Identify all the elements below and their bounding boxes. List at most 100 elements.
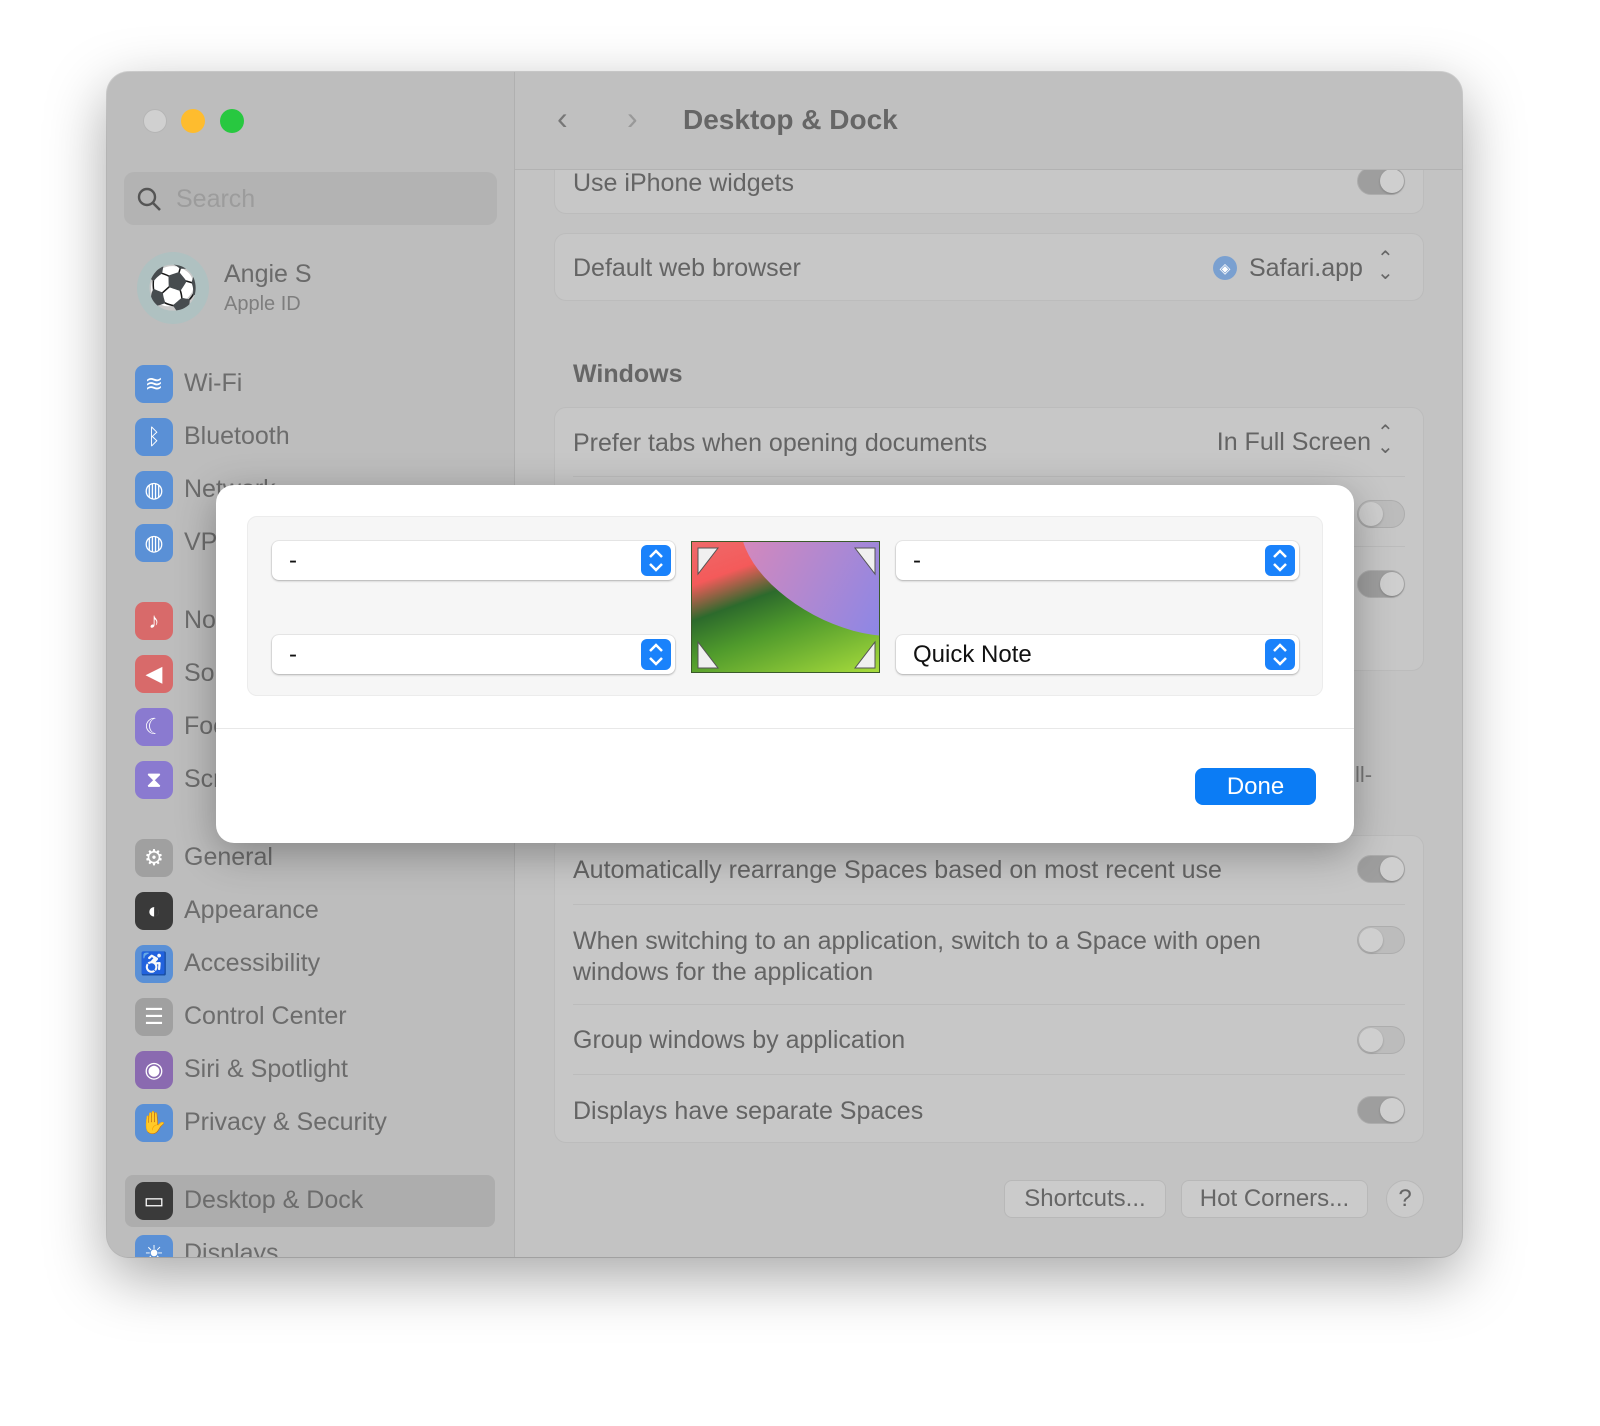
sidebar-item-appearance[interactable]: ◐ Appearance — [135, 889, 495, 933]
row-divider — [573, 1004, 1405, 1005]
row-label: Default web browser — [573, 254, 801, 282]
row-divider — [573, 476, 1405, 477]
back-button[interactable]: ‹ — [557, 100, 568, 137]
appearance-icon: ◐ — [135, 892, 173, 930]
vpn-globe-icon: ◍ — [135, 524, 173, 562]
speaker-icon: ◀ — [135, 655, 173, 693]
sidebar-item-bluetooth[interactable]: ᛒ Bluetooth — [135, 415, 495, 459]
stepper-chevrons-icon — [1265, 639, 1295, 670]
forward-button[interactable]: › — [627, 100, 638, 137]
sidebar-item-label: Siri & Spotlight — [184, 1055, 348, 1083]
account-subtitle: Apple ID — [224, 293, 301, 315]
iphone-widgets-toggle[interactable] — [1357, 167, 1405, 195]
spaces-card: Automatically rearrange Spaces based on … — [554, 835, 1424, 1143]
top-right-corner-icon — [853, 547, 876, 576]
separate-spaces-toggle[interactable] — [1357, 1096, 1405, 1124]
safari-icon: ◈ — [1213, 256, 1237, 280]
stepper-chevrons-icon — [1265, 545, 1295, 576]
apple-id-account[interactable]: ⚽ Angie S Apple ID — [107, 242, 507, 332]
minimize-button[interactable] — [181, 109, 205, 133]
zoom-button[interactable] — [220, 109, 244, 133]
bottom-left-corner-select[interactable]: - — [272, 635, 675, 674]
bell-icon: ♪ — [135, 602, 173, 640]
prefer-tabs-select[interactable]: In Full Screen ⌃ ⌄ — [1205, 420, 1405, 464]
row-label: Use iPhone widgets — [573, 169, 794, 197]
top-right-corner-select[interactable]: - — [896, 541, 1299, 580]
accessibility-icon: ♿ — [135, 945, 173, 983]
hot-corners-panel: - - - Quick Note — [247, 516, 1323, 696]
row-label: Group windows by application — [573, 1026, 906, 1054]
windows-toggle-3[interactable] — [1357, 570, 1405, 598]
description-text: ll- — [1355, 762, 1373, 787]
rearrange-spaces-toggle[interactable] — [1357, 855, 1405, 883]
group-windows-toggle[interactable] — [1357, 1026, 1405, 1054]
select-value: - — [289, 547, 297, 574]
search-icon — [137, 187, 161, 211]
search-input[interactable]: Search — [124, 172, 497, 225]
corner-markers — [697, 547, 876, 669]
prefer-tabs-value: In Full Screen — [1216, 428, 1371, 456]
bottom-left-corner-icon — [697, 640, 720, 669]
bottom-right-corner-select[interactable]: Quick Note — [896, 635, 1299, 674]
stepper-chevrons-icon: ⌃ ⌄ — [1377, 248, 1394, 284]
default-browser-card: Default web browser ◈ Safari.app ⌃ ⌄ — [554, 233, 1424, 301]
row-label: Automatically rearrange Spaces based on … — [573, 856, 1222, 884]
sidebar-item-control-center[interactable]: ☰ Control Center — [135, 995, 495, 1039]
sidebar-item-label: Privacy & Security — [184, 1108, 387, 1136]
account-name: Angie S — [224, 260, 312, 288]
top-left-corner-select[interactable]: - — [272, 541, 675, 580]
control-center-icon: ☰ — [135, 998, 173, 1036]
soccer-ball-icon: ⚽ — [137, 252, 209, 324]
siri-icon: ◉ — [135, 1051, 173, 1089]
row-label: Prefer tabs when opening documents — [573, 429, 988, 457]
title-bar: ‹ › Desktop & Dock — [515, 72, 1462, 170]
sidebar-item-label: General — [184, 843, 273, 871]
sidebar-item-displays[interactable]: ☀ Displays — [135, 1232, 495, 1257]
stepper-chevrons-icon — [641, 545, 671, 576]
select-value: - — [913, 547, 921, 574]
sidebar-item-label: Accessibility — [184, 949, 321, 977]
sidebar-item-label: Bluetooth — [184, 422, 290, 450]
stepper-chevrons-icon — [641, 639, 671, 670]
hand-icon: ✋ — [135, 1104, 173, 1142]
sidebar-item-label: Appearance — [184, 896, 319, 924]
hourglass-icon: ⧗ — [135, 761, 173, 799]
moon-icon: ☾ — [135, 708, 173, 746]
sidebar-item-label: Wi-Fi — [184, 369, 243, 397]
sun-icon: ☀ — [135, 1235, 173, 1257]
select-value: Quick Note — [913, 641, 1032, 668]
hot-corners-button[interactable]: Hot Corners... — [1181, 1180, 1368, 1218]
browser-value: Safari.app — [1249, 254, 1363, 282]
dialog-divider — [216, 728, 1354, 729]
stepper-chevrons-icon: ⌃ ⌄ — [1377, 422, 1394, 458]
switch-space-toggle[interactable] — [1357, 926, 1405, 954]
sidebar-item-privacy-security[interactable]: ✋ Privacy & Security — [135, 1101, 495, 1145]
sidebar-item-label: Control Center — [184, 1002, 347, 1030]
page-title: Desktop & Dock — [683, 104, 898, 135]
windows-heading: Windows — [573, 360, 683, 388]
sidebar-item-label: Displays — [184, 1239, 279, 1257]
windows-toggle-2[interactable] — [1357, 500, 1405, 528]
select-value: - — [289, 641, 297, 668]
desktop-preview-image — [691, 541, 880, 673]
wifi-icon: ≋ — [135, 365, 173, 403]
row-divider — [573, 904, 1405, 905]
search-placeholder: Search — [176, 185, 256, 213]
row-divider — [573, 1074, 1405, 1075]
sidebar-item-label: Desktop & Dock — [184, 1186, 364, 1214]
bottom-right-corner-icon — [853, 640, 876, 669]
done-button[interactable]: Done — [1195, 768, 1316, 805]
top-left-corner-icon — [697, 547, 720, 576]
sidebar-item-siri-spotlight[interactable]: ◉ Siri & Spotlight — [135, 1048, 495, 1092]
shortcuts-button[interactable]: Shortcuts... — [1004, 1180, 1166, 1218]
sidebar-item-accessibility[interactable]: ♿ Accessibility — [135, 942, 495, 986]
close-button[interactable] — [143, 109, 167, 133]
default-browser-select[interactable]: ◈ Safari.app ⌃ ⌄ — [1205, 244, 1405, 290]
dock-icon: ▭ — [135, 1182, 173, 1220]
sidebar-item-wi-fi[interactable]: ≋ Wi-Fi — [135, 362, 495, 406]
row-label: Displays have separate Spaces — [573, 1097, 924, 1125]
sidebar-item-desktop-dock[interactable]: ▭ Desktop & Dock — [125, 1175, 495, 1227]
gear-icon: ⚙ — [135, 839, 173, 877]
help-button[interactable]: ? — [1386, 1180, 1424, 1218]
bluetooth-icon: ᛒ — [135, 418, 173, 456]
